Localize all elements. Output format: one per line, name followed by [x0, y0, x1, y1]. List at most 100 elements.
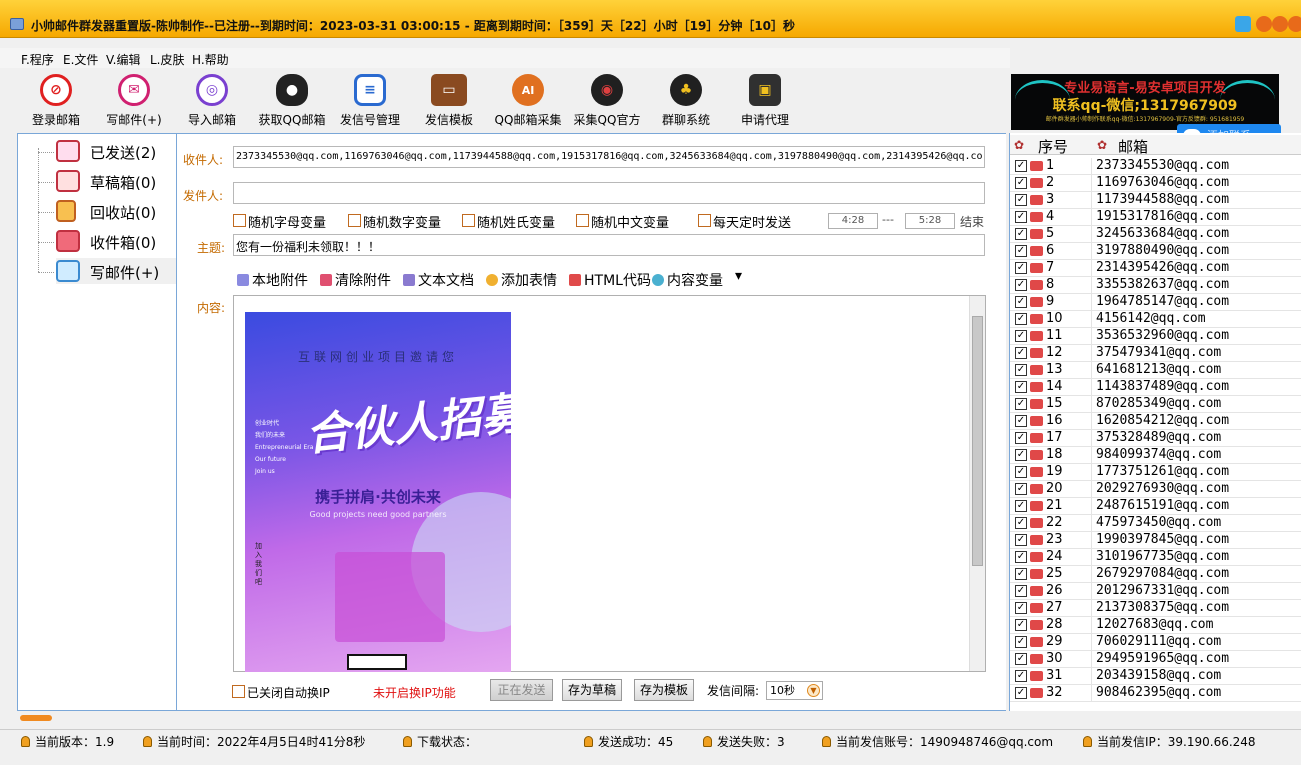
row-checkbox[interactable]: ✓: [1015, 602, 1027, 614]
auto-ip-checkbox[interactable]: [232, 685, 245, 698]
row-checkbox[interactable]: ✓: [1015, 364, 1027, 376]
table-row[interactable]: ✓ 23 1990397845@qq.com: [1010, 532, 1301, 549]
get-qq-mailbox-button[interactable]: ● 获取QQ邮箱: [247, 74, 337, 130]
table-row[interactable]: ✓ 28 12027683@qq.com: [1010, 617, 1301, 634]
table-row[interactable]: ✓ 18 984099374@qq.com: [1010, 447, 1301, 464]
row-checkbox[interactable]: ✓: [1015, 653, 1027, 665]
local-attachment-button[interactable]: 本地附件: [237, 270, 308, 290]
schedule-end-time[interactable]: 5:28: [905, 213, 955, 229]
table-row[interactable]: ✓ 2 1169763046@qq.com: [1010, 175, 1301, 192]
row-checkbox[interactable]: ✓: [1015, 398, 1027, 410]
minimize-button[interactable]: [1256, 16, 1272, 32]
mail-template-button[interactable]: ▭ 发信模板: [404, 74, 494, 130]
table-row[interactable]: ✓ 19 1773751261@qq.com: [1010, 464, 1301, 481]
row-checkbox[interactable]: ✓: [1015, 262, 1027, 274]
random-number-checkbox[interactable]: [348, 214, 361, 227]
row-checkbox[interactable]: ✓: [1015, 585, 1027, 597]
row-checkbox[interactable]: ✓: [1015, 160, 1027, 172]
html-code-button[interactable]: HTML代码: [569, 270, 651, 290]
row-checkbox[interactable]: ✓: [1015, 500, 1027, 512]
row-checkbox[interactable]: ✓: [1015, 313, 1027, 325]
table-row[interactable]: ✓ 27 2137308375@qq.com: [1010, 600, 1301, 617]
table-row[interactable]: ✓ 32 908462395@qq.com: [1010, 685, 1301, 702]
table-row[interactable]: ✓ 21 2487615191@qq.com: [1010, 498, 1301, 515]
row-checkbox[interactable]: ✓: [1015, 466, 1027, 478]
content-variable-button[interactable]: 内容变量: [652, 270, 723, 290]
content-editor[interactable]: 互联网创业项目邀请您 创业时代 我们的未来 Entrepreneurial Er…: [233, 295, 986, 672]
header-email[interactable]: 邮箱: [1118, 136, 1148, 157]
sidebar-item-inbox[interactable]: 收件箱(0): [56, 228, 176, 254]
sending-button[interactable]: 正在发送: [490, 679, 553, 701]
random-letter-checkbox[interactable]: [233, 214, 246, 227]
menu-file[interactable]: E.文件: [63, 51, 98, 68]
row-checkbox[interactable]: ✓: [1015, 551, 1027, 563]
collect-qq-official-button[interactable]: ◉ 采集QQ官方: [562, 74, 652, 130]
content-scrollbar[interactable]: [969, 296, 985, 671]
row-checkbox[interactable]: ✓: [1015, 347, 1027, 359]
table-row[interactable]: ✓ 29 706029111@qq.com: [1010, 634, 1301, 651]
table-row[interactable]: ✓ 6 3197880490@qq.com: [1010, 243, 1301, 260]
sender-input[interactable]: [233, 182, 985, 204]
recipient-input[interactable]: 2373345530@qq.com,1169763046@qq.com,1173…: [233, 146, 985, 168]
menu-program[interactable]: F.程序: [21, 51, 54, 68]
sidebar-item-drafts[interactable]: 草稿箱(0): [56, 168, 176, 194]
table-row[interactable]: ✓ 31 203439158@qq.com: [1010, 668, 1301, 685]
qq-mailbox-collect-button[interactable]: AI QQ邮箱采集: [483, 74, 573, 130]
sidebar-item-trash[interactable]: 回收站(0): [56, 198, 176, 224]
row-checkbox[interactable]: ✓: [1015, 228, 1027, 240]
text-document-button[interactable]: 文本文档: [403, 270, 474, 290]
table-row[interactable]: ✓ 1 2373345530@qq.com: [1010, 158, 1301, 175]
table-row[interactable]: ✓ 16 1620854212@qq.com: [1010, 413, 1301, 430]
table-row[interactable]: ✓ 11 3536532960@qq.com: [1010, 328, 1301, 345]
save-template-button[interactable]: 存为模板: [634, 679, 694, 701]
row-checkbox[interactable]: ✓: [1015, 568, 1027, 580]
ad-banner[interactable]: 专业易语言-易安卓项目开发 联系qq-微信;1317967909 邮件群发器小帅…: [1011, 74, 1279, 130]
table-row[interactable]: ✓ 22 475973450@qq.com: [1010, 515, 1301, 532]
row-checkbox[interactable]: ✓: [1015, 381, 1027, 393]
menu-help[interactable]: H.帮助: [192, 51, 229, 68]
import-mailbox-button[interactable]: ◎ 导入邮箱: [167, 74, 257, 130]
table-row[interactable]: ✓ 15 870285349@qq.com: [1010, 396, 1301, 413]
row-checkbox[interactable]: ✓: [1015, 534, 1027, 546]
table-row[interactable]: ✓ 5 3245633684@qq.com: [1010, 226, 1301, 243]
row-checkbox[interactable]: ✓: [1015, 177, 1027, 189]
table-row[interactable]: ✓ 17 375328489@qq.com: [1010, 430, 1301, 447]
table-row[interactable]: ✓ 14 1143837489@qq.com: [1010, 379, 1301, 396]
table-row[interactable]: ✓ 24 3101967735@qq.com: [1010, 549, 1301, 566]
row-checkbox[interactable]: ✓: [1015, 296, 1027, 308]
menu-skin[interactable]: L.皮肤: [150, 51, 185, 68]
row-checkbox[interactable]: ✓: [1015, 432, 1027, 444]
sidebar-item-write[interactable]: 写邮件(+): [56, 258, 176, 284]
clear-attachment-button[interactable]: 清除附件: [320, 270, 391, 290]
close-button[interactable]: [1288, 16, 1301, 32]
table-row[interactable]: ✓ 25 2679297084@qq.com: [1010, 566, 1301, 583]
table-row[interactable]: ✓ 30 2949591965@qq.com: [1010, 651, 1301, 668]
row-checkbox[interactable]: ✓: [1015, 483, 1027, 495]
table-row[interactable]: ✓ 9 1964785147@qq.com: [1010, 294, 1301, 311]
table-row[interactable]: ✓ 3 1173944588@qq.com: [1010, 192, 1301, 209]
skin-icon[interactable]: [1235, 16, 1251, 32]
row-checkbox[interactable]: ✓: [1015, 619, 1027, 631]
table-row[interactable]: ✓ 12 375479341@qq.com: [1010, 345, 1301, 362]
random-surname-checkbox[interactable]: [462, 214, 475, 227]
maximize-button[interactable]: [1272, 16, 1288, 32]
sidebar-item-sent[interactable]: 已发送(2): [56, 138, 176, 164]
scrollbar-thumb[interactable]: [972, 316, 983, 566]
save-draft-button[interactable]: 存为草稿: [562, 679, 622, 701]
row-checkbox[interactable]: ✓: [1015, 636, 1027, 648]
row-checkbox[interactable]: ✓: [1015, 670, 1027, 682]
table-row[interactable]: ✓ 13 641681213@qq.com: [1010, 362, 1301, 379]
row-checkbox[interactable]: ✓: [1015, 245, 1027, 257]
chevron-down-icon[interactable]: ▾: [735, 268, 742, 284]
table-row[interactable]: ✓ 8 3355382637@qq.com: [1010, 277, 1301, 294]
write-mail-button[interactable]: ✉ 写邮件(+): [89, 74, 179, 130]
apply-agent-button[interactable]: ▣ 申请代理: [720, 74, 810, 130]
subject-input[interactable]: 您有一份福利未领取！！！: [233, 234, 985, 256]
row-checkbox[interactable]: ✓: [1015, 687, 1027, 699]
schedule-start-time[interactable]: 4:28: [828, 213, 878, 229]
table-row[interactable]: ✓ 7 2314395426@qq.com: [1010, 260, 1301, 277]
daily-schedule-checkbox[interactable]: [698, 214, 711, 227]
table-row[interactable]: ✓ 26 2012967331@qq.com: [1010, 583, 1301, 600]
table-row[interactable]: ✓ 20 2029276930@qq.com: [1010, 481, 1301, 498]
header-number[interactable]: 序号: [1038, 136, 1068, 157]
